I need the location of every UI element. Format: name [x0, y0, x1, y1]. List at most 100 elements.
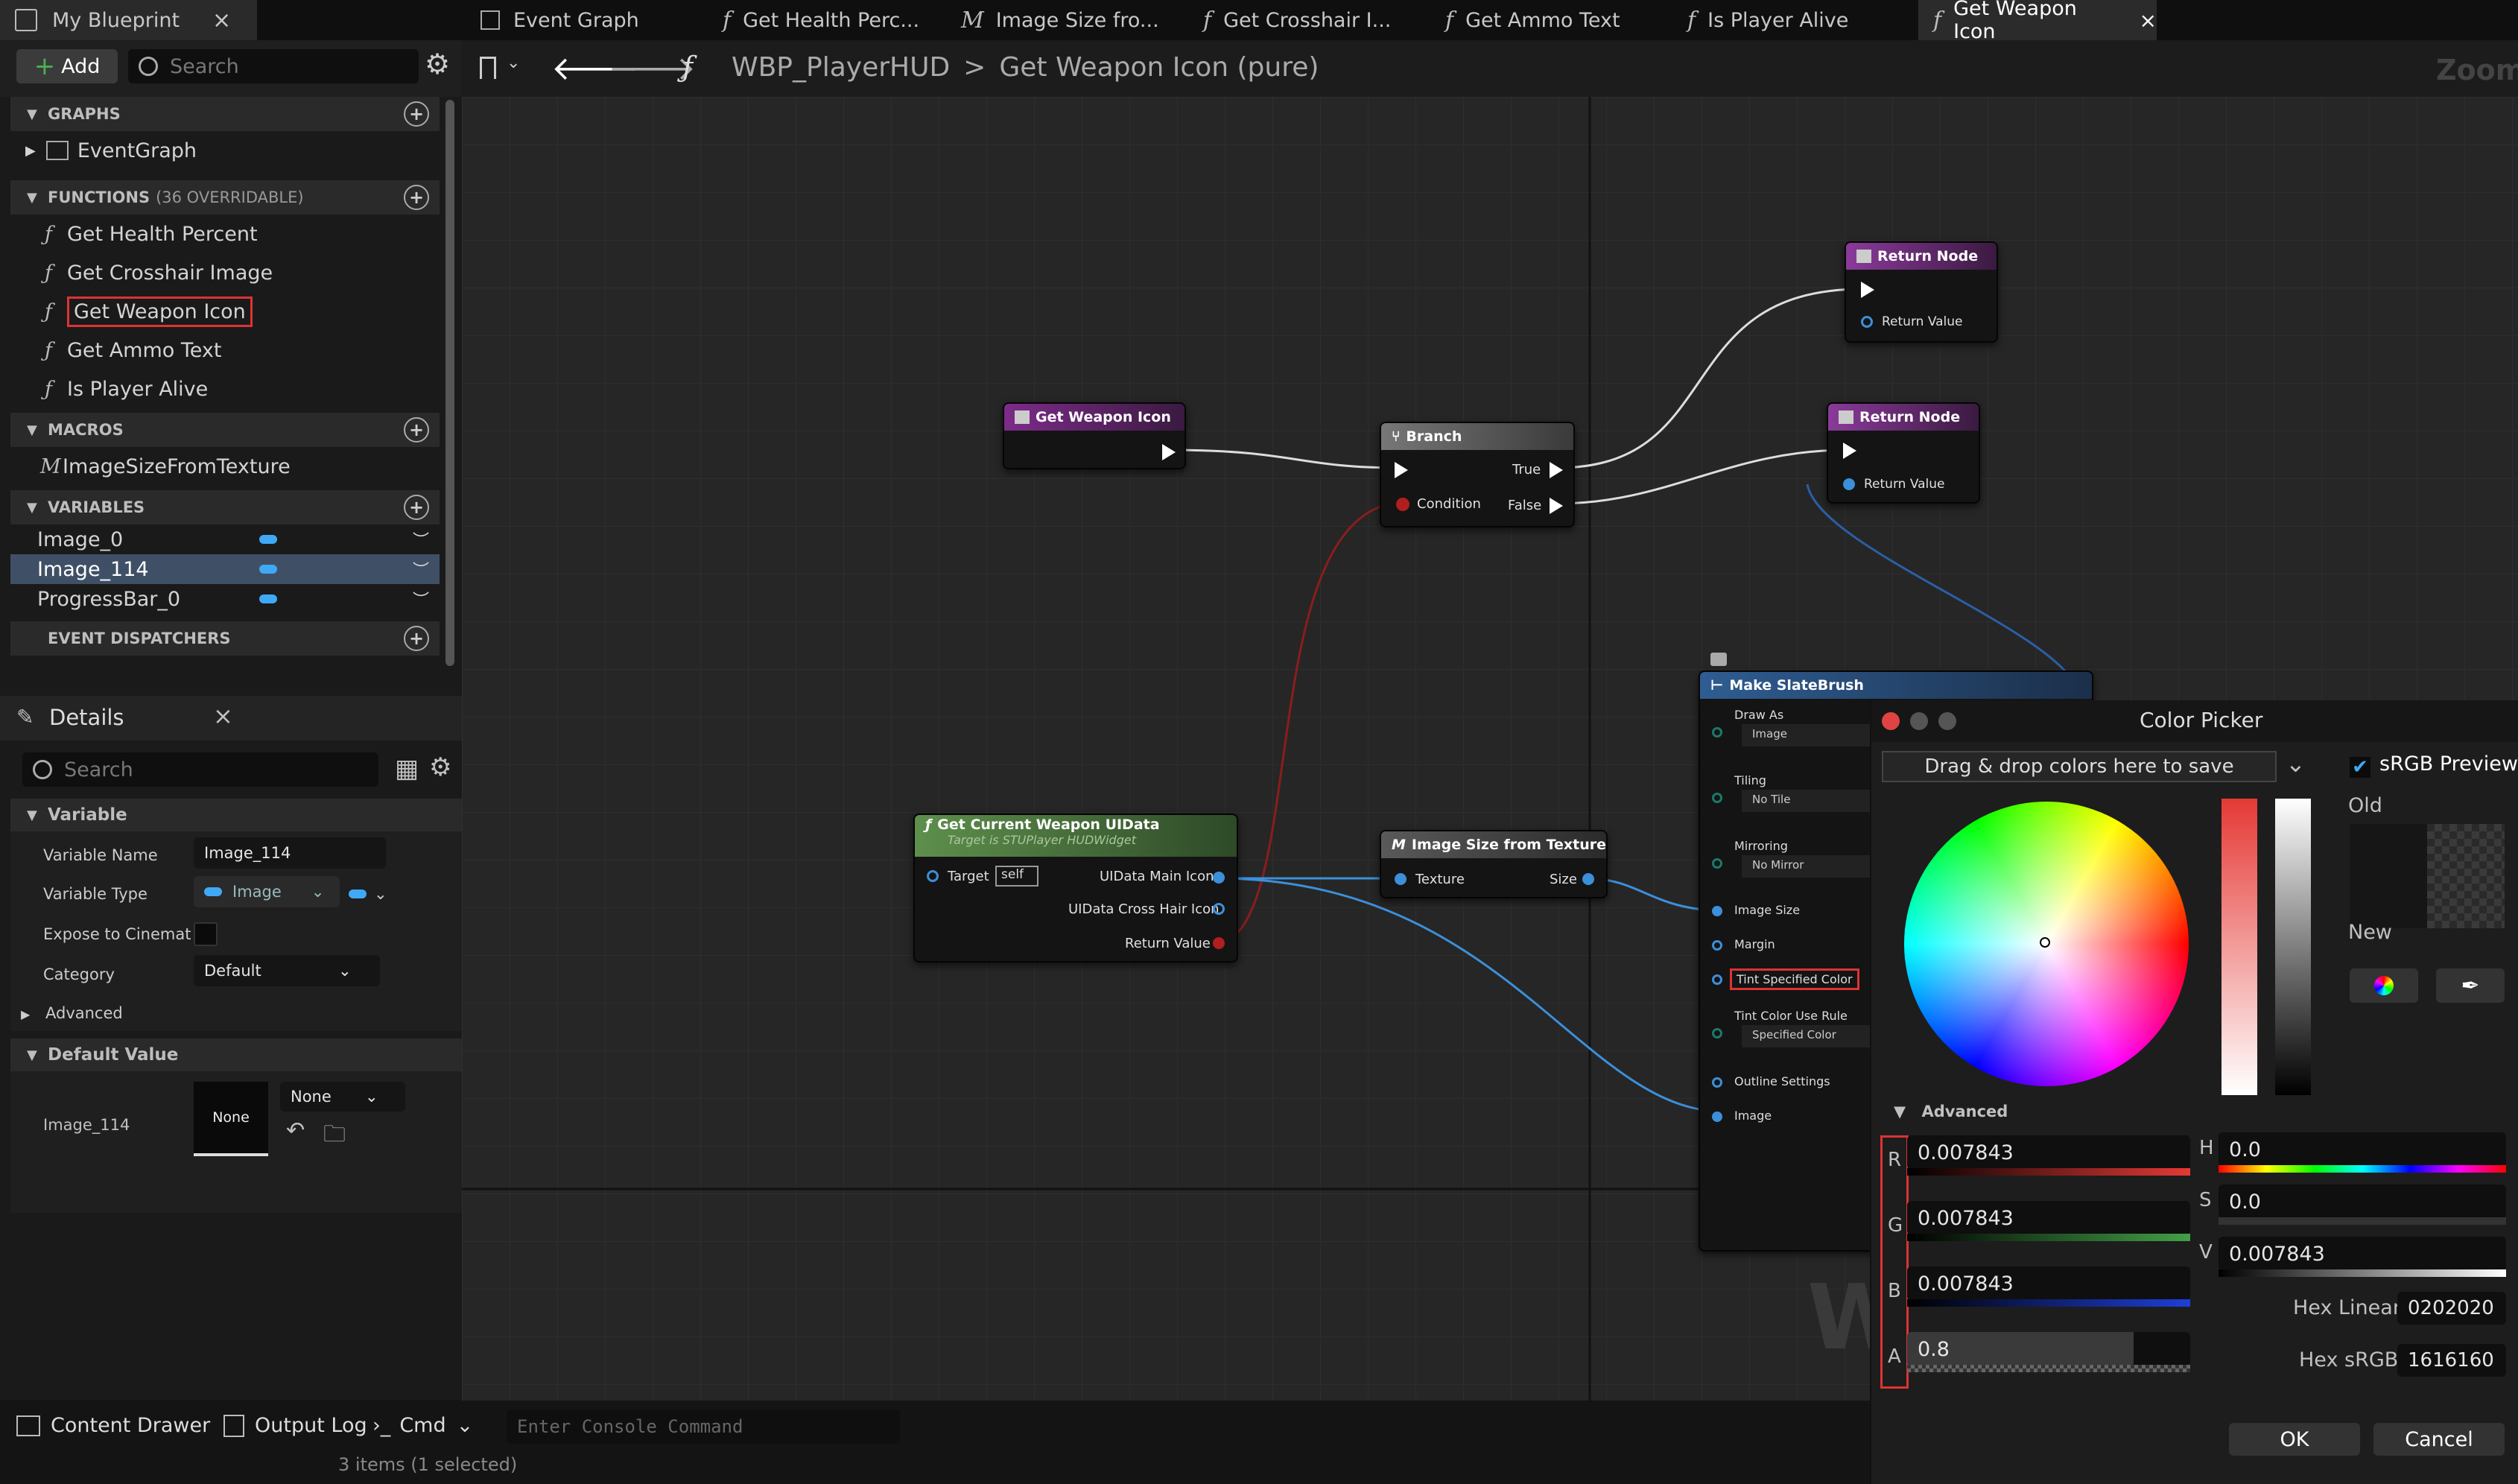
tab-event-graph[interactable]: Event Graph — [481, 0, 639, 40]
advanced-expander[interactable]: ▼ Advanced — [1894, 1103, 2008, 1120]
function-item-is-player-alive[interactable]: ƒ Is Player Alive — [10, 370, 440, 408]
tab-image-size-from-texture[interactable]: M Image Size fro... — [961, 0, 1159, 40]
browse-folder-icon[interactable]: 🗀 — [323, 1117, 346, 1155]
scrollbar[interactable] — [445, 100, 454, 666]
a-slider[interactable] — [1907, 1365, 2190, 1372]
variables-section-header[interactable]: ▼ VARIABLES + — [10, 490, 440, 524]
chevron-down-icon[interactable]: ⌄ — [2286, 749, 2306, 778]
s-input[interactable]: 0.0 — [2219, 1185, 2506, 1219]
eyedropper-button[interactable]: ✒ — [2436, 968, 2505, 1003]
function-item-get-health-percent[interactable]: ƒ Get Health Percent — [10, 215, 440, 253]
hex-srgb-input[interactable]: 1616160 — [2397, 1344, 2506, 1377]
g-input[interactable]: 0.007843 — [1907, 1201, 2190, 1235]
blueprint-search-input[interactable]: Search — [128, 49, 419, 83]
main-icon-pin-icon[interactable] — [1213, 872, 1225, 884]
add-button[interactable]: + Add — [16, 49, 118, 83]
variable-type-select[interactable]: Image ⌄ — [194, 876, 340, 907]
size-pin-icon[interactable] — [1582, 873, 1594, 885]
variable-item-progressbar-0[interactable]: ProgressBar_0 ︶ — [10, 584, 440, 614]
tab-get-crosshair-image[interactable]: f Get Crosshair I... — [1203, 0, 1391, 40]
close-icon[interactable]: × — [213, 702, 233, 730]
draw-as-pin-icon[interactable] — [1712, 727, 1722, 738]
function-item-get-crosshair-image[interactable]: ƒ Get Crosshair Image — [10, 253, 440, 292]
tab-get-ammo-text[interactable]: f Get Ammo Text — [1445, 0, 1620, 40]
function-item-get-ammo-text[interactable]: ƒ Get Ammo Text — [10, 331, 440, 370]
b-slider[interactable] — [1907, 1299, 2190, 1307]
minimize-window-icon[interactable] — [1910, 712, 1928, 730]
variable-name-field[interactable]: Image_114 — [194, 837, 386, 869]
container-type-select[interactable]: ⌄ — [349, 885, 387, 903]
cmd-select[interactable]: ›_ Cmd ⌄ — [372, 1414, 473, 1437]
image-size-pin-icon[interactable] — [1712, 906, 1722, 916]
graphs-section-header[interactable]: ▼ GRAPHS + — [10, 97, 440, 131]
exec-out-pin-icon[interactable] — [1162, 444, 1176, 460]
use-selected-icon[interactable]: ↶ — [286, 1117, 305, 1144]
srgb-preview-checkbox[interactable]: ✔ — [2350, 756, 2370, 779]
variable-item-image-0[interactable]: Image_0 ︶ — [10, 524, 440, 554]
add-dispatcher-icon[interactable]: + — [404, 626, 429, 651]
texture-pin-icon[interactable] — [1395, 873, 1407, 885]
b-input[interactable]: 0.007843 — [1907, 1266, 2190, 1301]
g-slider[interactable] — [1907, 1234, 2190, 1241]
return-value-pin-icon[interactable] — [1843, 478, 1855, 490]
r-slider[interactable] — [1907, 1168, 2190, 1176]
details-search-input[interactable]: Search — [22, 752, 378, 787]
eye-closed-icon[interactable]: ︶ — [413, 587, 429, 611]
cross-hair-icon-pin-icon[interactable] — [1213, 903, 1225, 915]
outline-pin-icon[interactable] — [1712, 1077, 1722, 1088]
bookmark-icon[interactable] — [480, 57, 496, 79]
exec-false-pin-icon[interactable] — [1550, 498, 1563, 514]
functions-section-header[interactable]: ▼ FUNCTIONS (36 OVERRIDABLE) + — [10, 180, 440, 215]
exec-in-pin-icon[interactable] — [1843, 443, 1856, 459]
cancel-button[interactable]: Cancel — [2373, 1423, 2505, 1456]
tiling-pin-icon[interactable] — [1712, 793, 1722, 803]
mirroring-pin-icon[interactable] — [1712, 858, 1722, 869]
value-slider[interactable] — [2275, 799, 2311, 1095]
v-input[interactable]: 0.007843 — [2219, 1237, 2506, 1271]
return-value-pin-icon[interactable] — [1861, 316, 1873, 328]
node-return-1[interactable]: Return Node Return Value — [1845, 241, 1998, 343]
output-log-button[interactable]: Output Log — [223, 1414, 367, 1437]
advanced-expander[interactable]: ▶ Advanced — [21, 1004, 123, 1022]
eye-closed-icon[interactable]: ︶ — [413, 527, 429, 551]
tint-pin-icon[interactable] — [1712, 974, 1722, 985]
texture-thumbnail[interactable]: None — [194, 1082, 268, 1156]
color-themes-drop-area[interactable]: Drag & drop colors here to save — [1882, 751, 2277, 782]
add-macro-icon[interactable]: + — [404, 417, 429, 443]
variable-item-image-114[interactable]: Image_114 ︶ — [10, 554, 440, 584]
node-return-2[interactable]: Return Node Return Value — [1827, 402, 1980, 504]
draw-as-select[interactable]: Image — [1742, 724, 1891, 746]
add-variable-icon[interactable]: + — [404, 495, 429, 520]
add-graph-icon[interactable]: + — [404, 101, 429, 127]
margin-pin-icon[interactable] — [1712, 940, 1722, 951]
node-branch[interactable]: ⑂ Branch True Condition False — [1380, 422, 1575, 527]
tab-get-weapon-icon[interactable]: f Get Weapon Icon × — [1918, 0, 2157, 43]
r-input[interactable]: 0.007843 — [1907, 1135, 2190, 1170]
condition-pin-icon[interactable] — [1396, 498, 1409, 511]
color-wheel-selector[interactable] — [2040, 937, 2050, 948]
hex-linear-input[interactable]: 0202020 — [2397, 1292, 2506, 1325]
tab-is-player-alive[interactable]: f Is Player Alive — [1687, 0, 1848, 40]
variable-category-header[interactable]: ▼ Variable — [10, 799, 462, 831]
my-blueprint-tab[interactable]: My Blueprint × — [0, 0, 257, 40]
exec-true-pin-icon[interactable] — [1550, 462, 1563, 478]
tint-rule-pin-icon[interactable] — [1712, 1028, 1722, 1039]
a-input[interactable]: 0.8 — [1907, 1332, 2190, 1366]
close-window-icon[interactable] — [1882, 712, 1900, 730]
table-view-icon[interactable]: ▦ — [395, 754, 419, 784]
ok-button[interactable]: OK — [2229, 1423, 2360, 1456]
node-get-weapon-icon[interactable]: Get Weapon Icon — [1003, 402, 1186, 469]
expose-to-cinematics-checkbox[interactable] — [194, 922, 218, 946]
maximize-window-icon[interactable] — [1938, 712, 1956, 730]
mirroring-select[interactable]: No Mirror — [1742, 855, 1891, 878]
default-value-header[interactable]: ▼ Default Value — [10, 1039, 462, 1071]
add-function-icon[interactable]: + — [404, 185, 429, 210]
tint-rule-select[interactable]: Specified Color — [1742, 1025, 1891, 1047]
macros-section-header[interactable]: ▼ MACROS + — [10, 413, 440, 447]
breadcrumb-root[interactable]: WBP_PlayerHUD — [732, 52, 950, 83]
tint-specified-color-label[interactable]: Tint Specified Color — [1730, 968, 1859, 990]
target-pin-icon[interactable] — [927, 870, 939, 882]
image-pin-icon[interactable] — [1712, 1112, 1722, 1122]
self-input[interactable]: self — [995, 866, 1038, 887]
v-slider[interactable] — [2219, 1269, 2506, 1277]
